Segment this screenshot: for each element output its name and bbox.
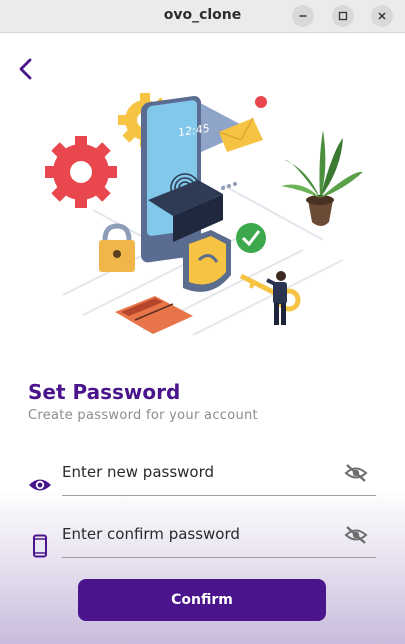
maximize-button[interactable] [332, 5, 354, 27]
eye-icon [29, 479, 51, 491]
window-titlebar: ovo_clone [0, 0, 405, 33]
phone-icon [33, 534, 47, 558]
chevron-left-icon [19, 58, 32, 80]
security-phone-illustration: 12:45 [45, 93, 363, 336]
back-button[interactable] [14, 55, 40, 83]
page-subtitle: Create password for your account [28, 408, 258, 423]
eye-off-icon [344, 526, 368, 544]
new-password-visibility-toggle[interactable] [344, 463, 368, 487]
minimize-icon [299, 15, 307, 17]
app-content: 12:45 Set Password Create password for y… [0, 33, 405, 644]
confirm-button[interactable]: Confirm [78, 579, 326, 621]
confirm-password-visibility-toggle[interactable] [344, 525, 368, 549]
maximize-icon [338, 11, 348, 21]
confirm-password-field[interactable]: Enter confirm password [62, 517, 376, 558]
close-icon [378, 12, 386, 20]
new-password-field[interactable]: Enter new password [62, 455, 376, 496]
page-title: Set Password [28, 380, 181, 404]
confirm-password-placeholder: Enter confirm password [62, 525, 240, 543]
new-password-placeholder: Enter new password [62, 463, 215, 481]
minimize-button[interactable] [292, 5, 314, 27]
security-illustration: 12:45 [23, 90, 380, 343]
close-button[interactable] [371, 5, 393, 27]
eye-off-icon [344, 464, 368, 482]
